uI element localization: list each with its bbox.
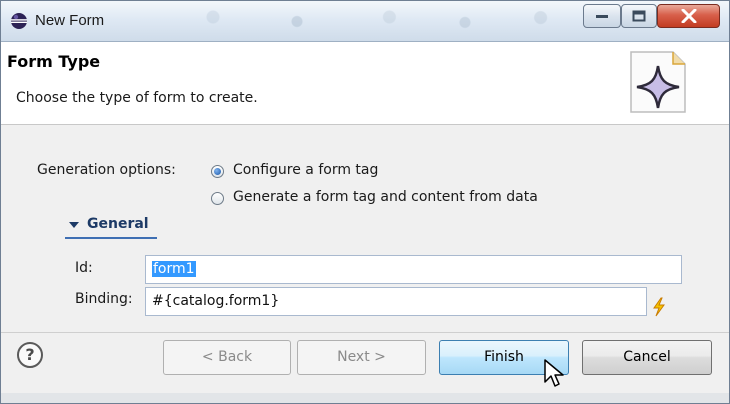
next-button[interactable]: Next > — [297, 340, 426, 375]
maximize-button[interactable] — [621, 4, 657, 28]
binding-value: #{catalog.form1} — [152, 293, 280, 309]
minimize-button[interactable] — [583, 4, 621, 28]
lightning-bolt-icon[interactable] — [651, 297, 667, 317]
page-title: Form Type — [7, 52, 101, 71]
generation-options-label: Generation options: — [37, 162, 176, 178]
maximize-icon — [632, 10, 646, 22]
radio-configure-form-tag[interactable] — [211, 165, 224, 178]
option-generate-label[interactable]: Generate a form tag and content from dat… — [233, 189, 538, 205]
section-divider — [65, 237, 157, 239]
id-field[interactable]: form1 — [145, 255, 682, 284]
form-type-body: Generation options: Configure a form tag… — [1, 125, 729, 331]
back-button[interactable]: < Back — [163, 340, 291, 375]
cancel-button[interactable]: Cancel — [582, 340, 712, 375]
minimize-icon — [596, 15, 608, 18]
window-title: New Form — [35, 12, 105, 29]
mouse-pointer-icon — [544, 359, 564, 387]
binding-label: Binding: — [75, 291, 133, 307]
background-strip — [1, 393, 729, 403]
id-label: Id: — [75, 260, 93, 276]
id-value: form1 — [152, 261, 196, 277]
option-configure-label[interactable]: Configure a form tag — [233, 162, 378, 178]
new-form-dialog: New Form Form Type Choose the type of fo… — [0, 0, 730, 404]
chevron-down-icon[interactable] — [68, 220, 80, 230]
title-bar-decoration — [171, 5, 591, 35]
wizard-star-icon — [630, 51, 686, 113]
page-description: Choose the type of form to create. — [16, 90, 258, 106]
wizard-header: Form Type Choose the type of form to cre… — [1, 42, 729, 125]
help-icon[interactable]: ? — [17, 342, 43, 368]
eclipse-icon — [11, 13, 27, 29]
section-general-title[interactable]: General — [87, 216, 149, 232]
radio-generate-from-data[interactable] — [211, 192, 224, 205]
close-icon — [681, 9, 696, 23]
close-button[interactable] — [657, 4, 720, 28]
title-bar[interactable]: New Form — [1, 1, 729, 42]
binding-field[interactable]: #{catalog.form1} — [145, 287, 647, 316]
